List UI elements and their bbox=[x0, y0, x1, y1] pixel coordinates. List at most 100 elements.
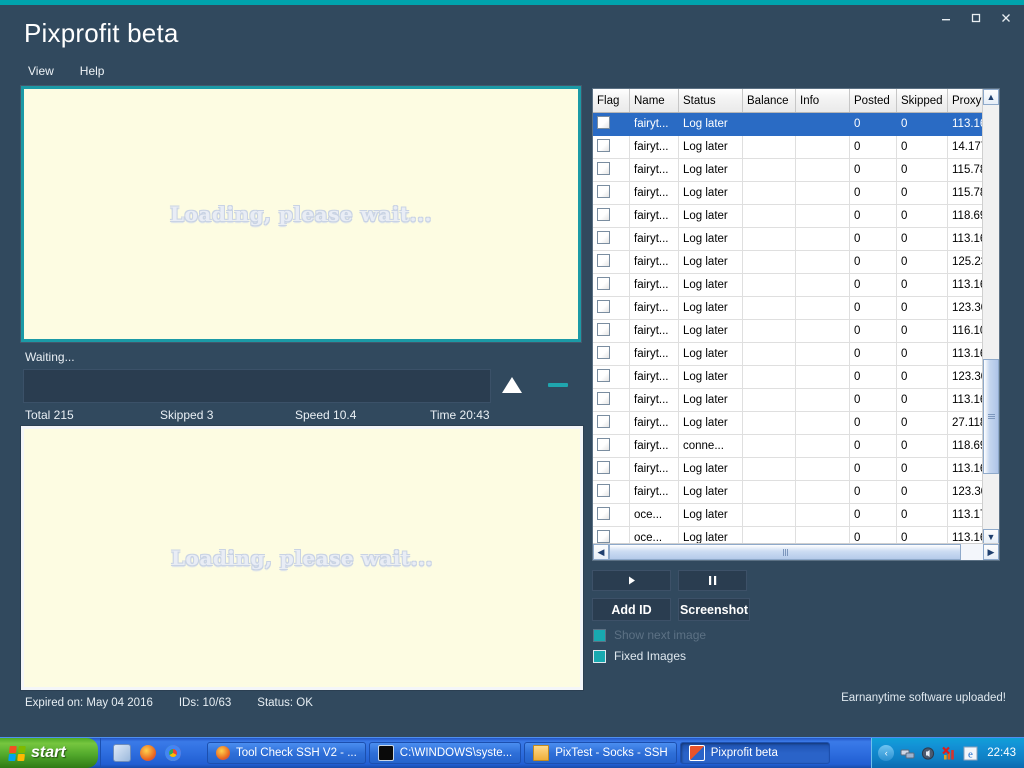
table-row[interactable]: fairyt...Log later00113.162.247.25|a. bbox=[593, 342, 999, 366]
table-horizontal-scrollbar[interactable]: ◀ ▶ bbox=[593, 543, 999, 560]
dash-icon[interactable] bbox=[548, 383, 568, 387]
row-checkbox[interactable] bbox=[597, 254, 610, 267]
menu-item-help[interactable]: Help bbox=[80, 64, 105, 78]
row-checkbox[interactable] bbox=[597, 392, 610, 405]
menu-item-view[interactable]: View bbox=[28, 64, 54, 78]
cell-flag[interactable] bbox=[593, 204, 630, 228]
fixed-images-checkbox[interactable]: Fixed Images bbox=[593, 649, 686, 663]
play-button[interactable] bbox=[592, 570, 671, 591]
row-checkbox[interactable] bbox=[597, 116, 610, 129]
column-header-info[interactable]: Info bbox=[795, 89, 850, 113]
row-checkbox[interactable] bbox=[597, 415, 610, 428]
chrome-icon[interactable] bbox=[165, 745, 181, 761]
cell-flag[interactable] bbox=[593, 503, 630, 527]
cell-flag[interactable] bbox=[593, 365, 630, 389]
scroll-right-button[interactable]: ▶ bbox=[983, 544, 999, 560]
add-id-button[interactable]: Add ID bbox=[592, 598, 671, 621]
horizontal-scroll-thumb[interactable] bbox=[609, 544, 961, 560]
cell-flag[interactable] bbox=[593, 342, 630, 366]
table-row[interactable]: oce...Log later00113.175.71.56|ub. bbox=[593, 503, 999, 527]
scroll-left-button[interactable]: ◀ bbox=[593, 544, 609, 560]
row-checkbox[interactable] bbox=[597, 346, 610, 359]
tray-chevron-icon[interactable]: ‹ bbox=[878, 745, 895, 761]
screenshot-button[interactable]: Screenshot bbox=[678, 598, 750, 621]
table-row[interactable]: fairyt...Log later00113.161.207.165|. bbox=[593, 112, 999, 136]
close-button[interactable] bbox=[992, 6, 1020, 30]
column-header-skipped[interactable]: Skipped bbox=[896, 89, 948, 113]
taskbar-task-1[interactable]: Tool Check SSH V2 - ... bbox=[207, 742, 366, 764]
image-preview-top[interactable]: Loading, please wait... bbox=[20, 85, 582, 343]
table-row[interactable]: fairyt...Log later00113.163.63.13|ad. bbox=[593, 273, 999, 297]
volume-icon[interactable] bbox=[921, 746, 936, 761]
table-row[interactable]: fairyt...Log later00125.234.98.14|ad. bbox=[593, 250, 999, 274]
table-row[interactable]: fairyt...Log later0014.177.129.230|u. bbox=[593, 135, 999, 159]
cell-flag[interactable] bbox=[593, 273, 630, 297]
table-row[interactable]: fairyt...Log later00118.69.66.63|root. bbox=[593, 204, 999, 228]
cell-flag[interactable] bbox=[593, 112, 630, 136]
row-checkbox[interactable] bbox=[597, 530, 610, 543]
cell-flag[interactable] bbox=[593, 135, 630, 159]
show-desktop-icon[interactable] bbox=[113, 744, 131, 762]
cell-flag[interactable] bbox=[593, 319, 630, 343]
row-checkbox[interactable] bbox=[597, 300, 610, 313]
minimize-button[interactable] bbox=[932, 6, 960, 30]
column-header-balance[interactable]: Balance bbox=[742, 89, 796, 113]
row-checkbox[interactable] bbox=[597, 484, 610, 497]
column-header-status[interactable]: Status bbox=[678, 89, 743, 113]
row-checkbox[interactable] bbox=[597, 231, 610, 244]
row-checkbox[interactable] bbox=[597, 139, 610, 152]
vertical-scroll-thumb[interactable] bbox=[983, 359, 999, 474]
row-checkbox[interactable] bbox=[597, 208, 610, 221]
maximize-button[interactable] bbox=[962, 6, 990, 30]
cell-flag[interactable] bbox=[593, 181, 630, 205]
table-row[interactable]: fairyt...Log later00123.30.184.126|t.. bbox=[593, 365, 999, 389]
row-checkbox[interactable] bbox=[597, 507, 610, 520]
image-preview-bottom[interactable]: Loading, please wait... bbox=[20, 425, 584, 691]
row-checkbox[interactable] bbox=[597, 461, 610, 474]
firefox-icon[interactable] bbox=[140, 745, 156, 761]
taskbar-task-2[interactable]: C:\WINDOWS\syste... bbox=[368, 742, 522, 764]
show-next-image-checkbox[interactable]: Show next image bbox=[593, 628, 706, 642]
table-row[interactable]: fairyt...conne...00118.69.66.63|root. bbox=[593, 434, 999, 458]
cell-flag[interactable] bbox=[593, 457, 630, 481]
horizontal-scroll-track[interactable] bbox=[609, 544, 983, 560]
table-row[interactable]: fairyt...Log later00123.30.184.126|t.. bbox=[593, 296, 999, 320]
cell-flag[interactable] bbox=[593, 250, 630, 274]
cell-flag[interactable] bbox=[593, 296, 630, 320]
taskbar-task-4[interactable]: Pixprofit beta bbox=[679, 742, 830, 764]
cell-flag[interactable] bbox=[593, 411, 630, 435]
accounts-table[interactable]: Flag Name Status Balance Info Posted Ski… bbox=[592, 88, 1000, 561]
table-row[interactable]: fairyt...Log later00115.78.225.229|a. bbox=[593, 158, 999, 182]
column-header-name[interactable]: Name bbox=[629, 89, 679, 113]
cell-flag[interactable] bbox=[593, 434, 630, 458]
column-header-posted[interactable]: Posted bbox=[849, 89, 897, 113]
row-checkbox[interactable] bbox=[597, 438, 610, 451]
taskbar-task-3[interactable]: PixTest - Socks - SSH bbox=[524, 742, 677, 764]
tray-clock[interactable]: 22:43 bbox=[987, 747, 1016, 759]
row-checkbox[interactable] bbox=[597, 277, 610, 290]
cell-flag[interactable] bbox=[593, 480, 630, 504]
ie-icon[interactable]: e bbox=[963, 746, 978, 761]
table-row[interactable]: fairyt...Log later00113.161.218.110|. bbox=[593, 457, 999, 481]
table-vertical-scrollbar[interactable]: ▲ ▼ bbox=[982, 89, 999, 545]
network-icon[interactable] bbox=[900, 746, 915, 761]
table-row[interactable]: fairyt...Log later00113.160.198.123|. bbox=[593, 227, 999, 251]
row-checkbox[interactable] bbox=[597, 369, 610, 382]
row-checkbox[interactable] bbox=[597, 323, 610, 336]
scroll-up-button[interactable]: ▲ bbox=[983, 89, 999, 105]
row-checkbox[interactable] bbox=[597, 185, 610, 198]
row-checkbox[interactable] bbox=[597, 162, 610, 175]
column-header-flag[interactable]: Flag bbox=[593, 89, 630, 113]
table-row[interactable]: fairyt...Log later00116.100.128.145|. bbox=[593, 319, 999, 343]
table-row[interactable]: fairyt...Log later00123.30.184.126|t.. bbox=[593, 480, 999, 504]
cell-flag[interactable] bbox=[593, 388, 630, 412]
cell-flag[interactable] bbox=[593, 227, 630, 251]
pause-button[interactable] bbox=[678, 570, 747, 591]
cell-flag[interactable] bbox=[593, 158, 630, 182]
table-row[interactable]: fairyt...Log later0027.118.26.198|ad. bbox=[593, 411, 999, 435]
triangle-up-icon[interactable] bbox=[499, 374, 525, 396]
antivirus-icon[interactable] bbox=[942, 746, 957, 761]
table-row[interactable]: fairyt...Log later00113.160.198.123|. bbox=[593, 388, 999, 412]
start-button[interactable]: start bbox=[0, 738, 98, 768]
table-row[interactable]: fairyt...Log later00115.78.225.229|a. bbox=[593, 181, 999, 205]
